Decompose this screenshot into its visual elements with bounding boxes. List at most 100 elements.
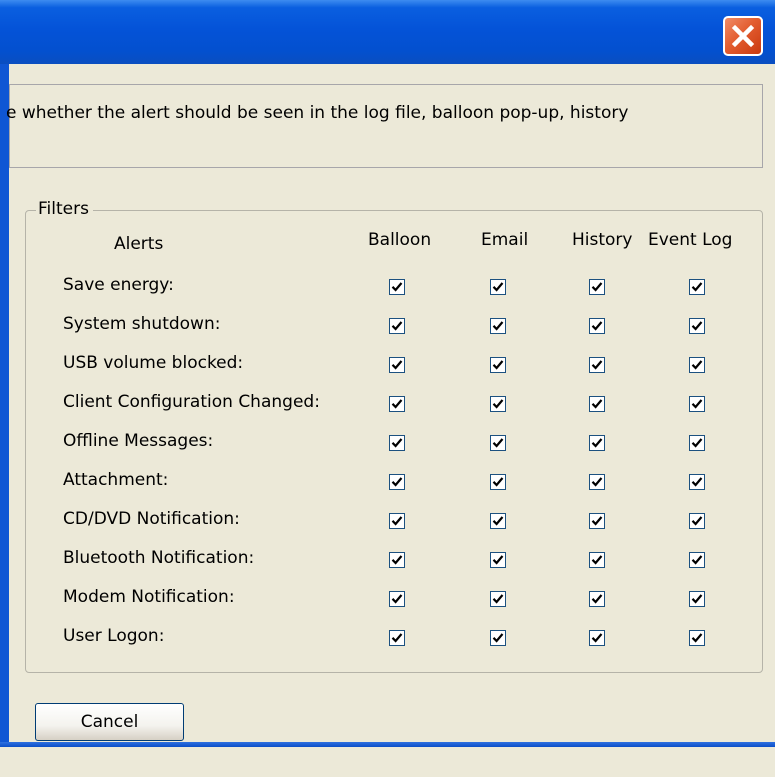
check-mark-icon xyxy=(492,438,504,448)
check-mark-icon xyxy=(391,360,403,370)
balloon-checkbox[interactable] xyxy=(389,474,405,490)
alert-label: USB volume blocked: xyxy=(63,353,244,373)
check-mark-icon xyxy=(591,399,603,409)
history-checkbox[interactable] xyxy=(589,396,605,412)
check-mark-icon xyxy=(492,399,504,409)
close-button[interactable] xyxy=(723,16,763,56)
alert-label: Attachment: xyxy=(63,470,169,490)
balloon-checkbox[interactable] xyxy=(389,435,405,451)
history-checkbox[interactable] xyxy=(589,630,605,646)
close-x-icon xyxy=(731,24,755,48)
description-box: e whether the alert should be seen in th… xyxy=(6,84,763,168)
check-mark-icon xyxy=(591,360,603,370)
balloon-checkbox[interactable] xyxy=(389,357,405,373)
email-checkbox[interactable] xyxy=(490,552,506,568)
check-mark-icon xyxy=(391,438,403,448)
event-log-checkbox[interactable] xyxy=(689,591,705,607)
check-mark-icon xyxy=(492,360,504,370)
event-log-checkbox[interactable] xyxy=(689,474,705,490)
check-mark-icon xyxy=(492,282,504,292)
balloon-checkbox[interactable] xyxy=(389,396,405,412)
check-mark-icon xyxy=(591,282,603,292)
history-checkbox[interactable] xyxy=(589,435,605,451)
history-checkbox[interactable] xyxy=(589,513,605,529)
check-mark-icon xyxy=(691,399,703,409)
email-checkbox[interactable] xyxy=(490,474,506,490)
check-mark-icon xyxy=(591,438,603,448)
alert-label: Save energy: xyxy=(63,275,174,295)
balloon-checkbox[interactable] xyxy=(389,279,405,295)
check-mark-icon xyxy=(691,477,703,487)
email-checkbox[interactable] xyxy=(490,318,506,334)
check-mark-icon xyxy=(691,438,703,448)
check-mark-icon xyxy=(591,555,603,565)
check-mark-icon xyxy=(591,633,603,643)
email-checkbox[interactable] xyxy=(490,513,506,529)
history-checkbox[interactable] xyxy=(589,318,605,334)
check-mark-icon xyxy=(591,594,603,604)
alert-label: CD/DVD Notification: xyxy=(63,509,240,529)
email-checkbox[interactable] xyxy=(490,279,506,295)
alert-label: Bluetooth Notification: xyxy=(63,548,255,568)
history-checkbox[interactable] xyxy=(589,474,605,490)
check-mark-icon xyxy=(691,555,703,565)
event-log-checkbox[interactable] xyxy=(689,357,705,373)
check-mark-icon xyxy=(391,555,403,565)
alert-label: Client Configuration Changed: xyxy=(63,392,320,412)
title-bar[interactable] xyxy=(0,0,775,64)
history-checkbox[interactable] xyxy=(589,591,605,607)
window-frame-bottom xyxy=(0,742,775,747)
alert-label: System shutdown: xyxy=(63,314,221,334)
balloon-checkbox[interactable] xyxy=(389,630,405,646)
balloon-checkbox[interactable] xyxy=(389,318,405,334)
balloon-checkbox[interactable] xyxy=(389,552,405,568)
event-log-checkbox[interactable] xyxy=(689,435,705,451)
event-log-checkbox[interactable] xyxy=(689,396,705,412)
check-mark-icon xyxy=(391,399,403,409)
email-checkbox[interactable] xyxy=(490,630,506,646)
check-mark-icon xyxy=(492,633,504,643)
header-email: Email xyxy=(481,230,529,250)
check-mark-icon xyxy=(691,282,703,292)
header-alerts: Alerts xyxy=(114,234,164,254)
balloon-checkbox[interactable] xyxy=(389,513,405,529)
event-log-checkbox[interactable] xyxy=(689,279,705,295)
check-mark-icon xyxy=(492,477,504,487)
header-balloon: Balloon xyxy=(368,230,432,250)
check-mark-icon xyxy=(691,516,703,526)
cancel-button[interactable]: Cancel xyxy=(35,703,184,741)
check-mark-icon xyxy=(391,477,403,487)
event-log-checkbox[interactable] xyxy=(689,552,705,568)
email-checkbox[interactable] xyxy=(490,357,506,373)
alert-label: Modem Notification: xyxy=(63,587,235,607)
check-mark-icon xyxy=(391,516,403,526)
check-mark-icon xyxy=(391,633,403,643)
history-checkbox[interactable] xyxy=(589,357,605,373)
balloon-checkbox[interactable] xyxy=(389,591,405,607)
event-log-checkbox[interactable] xyxy=(689,318,705,334)
description-text: e whether the alert should be seen in th… xyxy=(6,103,629,123)
check-mark-icon xyxy=(691,360,703,370)
history-checkbox[interactable] xyxy=(589,552,605,568)
alert-label: User Logon: xyxy=(63,626,165,646)
check-mark-icon xyxy=(391,282,403,292)
event-log-checkbox[interactable] xyxy=(689,513,705,529)
check-mark-icon xyxy=(391,321,403,331)
check-mark-icon xyxy=(492,594,504,604)
check-mark-icon xyxy=(492,555,504,565)
event-log-checkbox[interactable] xyxy=(689,630,705,646)
check-mark-icon xyxy=(591,321,603,331)
window-frame-left xyxy=(0,64,9,747)
check-mark-icon xyxy=(691,594,703,604)
header-history: History xyxy=(572,230,633,250)
check-mark-icon xyxy=(492,516,504,526)
check-mark-icon xyxy=(691,633,703,643)
check-mark-icon xyxy=(591,477,603,487)
history-checkbox[interactable] xyxy=(589,279,605,295)
email-checkbox[interactable] xyxy=(490,435,506,451)
check-mark-icon xyxy=(391,594,403,604)
alert-label: Offline Messages: xyxy=(63,431,214,451)
email-checkbox[interactable] xyxy=(490,396,506,412)
check-mark-icon xyxy=(691,321,703,331)
email-checkbox[interactable] xyxy=(490,591,506,607)
